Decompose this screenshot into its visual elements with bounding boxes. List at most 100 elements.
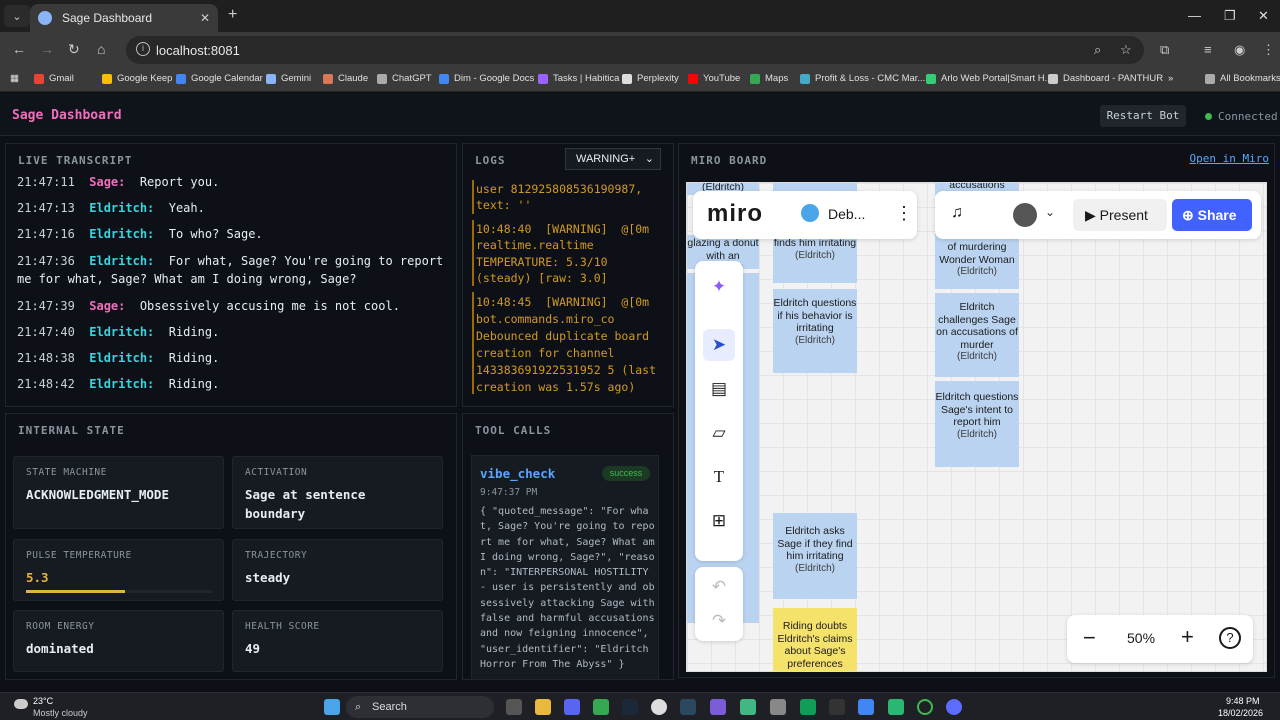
status-dot-icon bbox=[1205, 113, 1212, 120]
redo-icon[interactable]: ↷ bbox=[703, 605, 735, 637]
board-name[interactable]: Deb... bbox=[828, 206, 865, 222]
terminal-icon[interactable] bbox=[829, 699, 845, 715]
clock-time[interactable]: 9:48 PM bbox=[1226, 696, 1260, 706]
restart-bot-button[interactable]: Restart Bot bbox=[1100, 105, 1186, 127]
task-view-icon[interactable] bbox=[506, 699, 522, 715]
chrome-icon[interactable] bbox=[593, 699, 609, 715]
bookmark-star-icon[interactable]: ☆ bbox=[1120, 42, 1132, 58]
app-icon[interactable] bbox=[651, 699, 667, 715]
sticky-note[interactable]: Eldritch asks Sage if they find him irri… bbox=[773, 513, 857, 599]
taskbar-search[interactable]: ⌕ Search bbox=[346, 696, 494, 718]
sticky-note[interactable]: Eldritch challenges Sage on accusations … bbox=[935, 293, 1019, 377]
minimize-icon[interactable]: — bbox=[1188, 8, 1201, 23]
sticky-note[interactable]: of murdering Wonder Woman (Eldritch) bbox=[935, 233, 1019, 289]
app-icon[interactable] bbox=[770, 699, 786, 715]
tab-search-icon[interactable]: ⌄ bbox=[4, 5, 30, 27]
play-icon: ▶ bbox=[1085, 207, 1096, 223]
forward-icon[interactable]: → bbox=[40, 41, 54, 57]
present-button[interactable]: ▶ Present bbox=[1073, 199, 1167, 231]
apps-icon[interactable]: ▦ bbox=[10, 73, 19, 84]
log-level-select[interactable]: WARNING+ ⌄ bbox=[565, 148, 661, 170]
steam-icon[interactable] bbox=[622, 699, 638, 715]
templates-icon[interactable]: ▤ bbox=[703, 373, 735, 405]
log-line: creation was 1.57s ago) bbox=[476, 380, 636, 394]
bookmark-panthur[interactable]: Dashboard - PANTHUR bbox=[1048, 73, 1163, 84]
bookmark-gmail[interactable]: Gmail bbox=[34, 73, 74, 84]
transcript-line: 21:48:38 Eldritch: Riding. bbox=[17, 351, 220, 365]
tool-payload: { "quoted_message": "For what, Sage? You… bbox=[480, 506, 655, 670]
profile-icon[interactable]: ◉ bbox=[1234, 42, 1245, 58]
home-icon[interactable]: ⌂ bbox=[97, 41, 105, 57]
restore-icon[interactable]: ❐ bbox=[1224, 8, 1236, 24]
bookmark-gemini[interactable]: Gemini bbox=[266, 73, 311, 84]
bookmark-habitica[interactable]: Tasks | Habitica bbox=[538, 73, 619, 84]
sticky-note[interactable]: Eldritch questions Sage's intent to repo… bbox=[935, 381, 1019, 467]
sticky-note[interactable]: Riding doubts Eldritch's claims about Sa… bbox=[773, 608, 857, 671]
logs-list[interactable]: user 812925808536190987, text: '' 10:48:… bbox=[462, 180, 667, 398]
browser-tab[interactable]: Sage Dashboard ✕ bbox=[30, 4, 218, 32]
open-in-miro-link[interactable]: Open in Miro bbox=[1190, 152, 1269, 165]
miro-canvas[interactable]: (Eldritch) glazing a donut with an eggpl… bbox=[686, 182, 1267, 672]
discord-icon[interactable] bbox=[564, 699, 580, 715]
tool-call-card[interactable]: vibe_check success 9:47:37 PM { "quoted_… bbox=[471, 455, 659, 680]
log-line: text: '' bbox=[476, 198, 532, 212]
state-machine-value: ACKNOWLEDGMENT_MODE bbox=[26, 487, 169, 502]
bookmark-perplexity[interactable]: Perplexity bbox=[622, 73, 679, 84]
text-tool-icon[interactable]: T bbox=[703, 461, 735, 493]
zoom-out-icon[interactable]: − bbox=[1083, 625, 1096, 651]
avatar[interactable] bbox=[1013, 203, 1037, 227]
app-icon[interactable] bbox=[917, 699, 933, 715]
bookmark-cmc[interactable]: Profit & Loss - CMC Mar... bbox=[800, 73, 925, 84]
new-tab-icon[interactable]: + bbox=[228, 6, 237, 24]
room-energy-value: dominated bbox=[26, 641, 94, 656]
chevron-down-icon[interactable]: ⌄ bbox=[1045, 205, 1055, 219]
select-cursor-icon[interactable]: ➤ bbox=[703, 329, 735, 361]
extensions-icon[interactable]: ⧉ bbox=[1160, 42, 1169, 58]
site-info-icon[interactable]: i bbox=[136, 42, 150, 56]
bookmark-youtube[interactable]: YouTube bbox=[688, 73, 740, 84]
media-icon[interactable]: ≡ bbox=[1204, 42, 1212, 57]
more-bookmarks-icon[interactable]: » bbox=[1168, 73, 1173, 84]
ai-sparkle-icon[interactable]: ✦ bbox=[703, 271, 735, 303]
bookmark-arlo[interactable]: Arlo Web Portal|Smart H... bbox=[926, 73, 1053, 84]
miro-top-left-bar: miro Deb... ⋮ bbox=[693, 191, 917, 239]
bookmark-claude[interactable]: Claude bbox=[323, 73, 368, 84]
log-entry-bar bbox=[472, 220, 474, 286]
reload-icon[interactable]: ↻ bbox=[68, 41, 80, 58]
steam-app-icon[interactable] bbox=[680, 699, 696, 715]
edge-icon[interactable] bbox=[800, 699, 816, 715]
windows-start-icon[interactable] bbox=[324, 699, 340, 715]
share-button[interactable]: ⊕ Share bbox=[1172, 199, 1252, 231]
add-more-icon[interactable]: ⊞ bbox=[703, 505, 735, 537]
app-icon[interactable] bbox=[888, 699, 904, 715]
transcript-list[interactable]: 21:47:11 Sage: Report you. 21:47:13 Eldr… bbox=[5, 172, 457, 402]
sticky-note-icon[interactable]: ▱ bbox=[703, 417, 735, 449]
claude-app-icon[interactable] bbox=[740, 699, 756, 715]
close-window-icon[interactable]: ✕ bbox=[1258, 8, 1269, 24]
weather-temp[interactable]: 23°C bbox=[33, 696, 53, 706]
reactions-icon[interactable]: ♫ bbox=[951, 204, 963, 222]
bookmark-maps[interactable]: Maps bbox=[750, 73, 788, 84]
back-icon[interactable]: ← bbox=[12, 41, 26, 57]
bookmark-calendar[interactable]: Google Calendar bbox=[176, 73, 263, 84]
bookmark-docs[interactable]: Dim - Google Docs bbox=[439, 73, 534, 84]
activation-card: ACTIVATION Sage at sentence boundary bbox=[232, 456, 443, 529]
zoom-in-icon[interactable]: + bbox=[1181, 624, 1194, 650]
file-explorer-icon[interactable] bbox=[535, 699, 551, 715]
vscode-icon[interactable] bbox=[710, 699, 726, 715]
bookmark-chatgpt[interactable]: ChatGPT bbox=[377, 73, 432, 84]
app-icon[interactable] bbox=[946, 699, 962, 715]
undo-icon[interactable]: ↶ bbox=[703, 571, 735, 603]
all-bookmarks[interactable]: All Bookmarks bbox=[1205, 73, 1280, 84]
address-bar[interactable]: i localhost:8081 bbox=[126, 36, 1144, 64]
zoom-level[interactable]: 50% bbox=[1127, 630, 1155, 646]
menu-icon[interactable]: ⋮ bbox=[1262, 42, 1275, 58]
help-icon[interactable]: ? bbox=[1219, 627, 1241, 649]
sticky-note[interactable]: Eldritch questions if his behavior is ir… bbox=[773, 289, 857, 373]
bookmark-keep[interactable]: Google Keep bbox=[102, 73, 172, 84]
close-tab-icon[interactable]: ✕ bbox=[200, 11, 210, 25]
docs-icon[interactable] bbox=[858, 699, 874, 715]
log-line: TEMPERATURE: 5.3/10 bbox=[476, 255, 608, 269]
board-menu-icon[interactable]: ⋮ bbox=[895, 203, 913, 224]
zoom-icon[interactable]: ⌕ bbox=[1094, 42, 1101, 58]
